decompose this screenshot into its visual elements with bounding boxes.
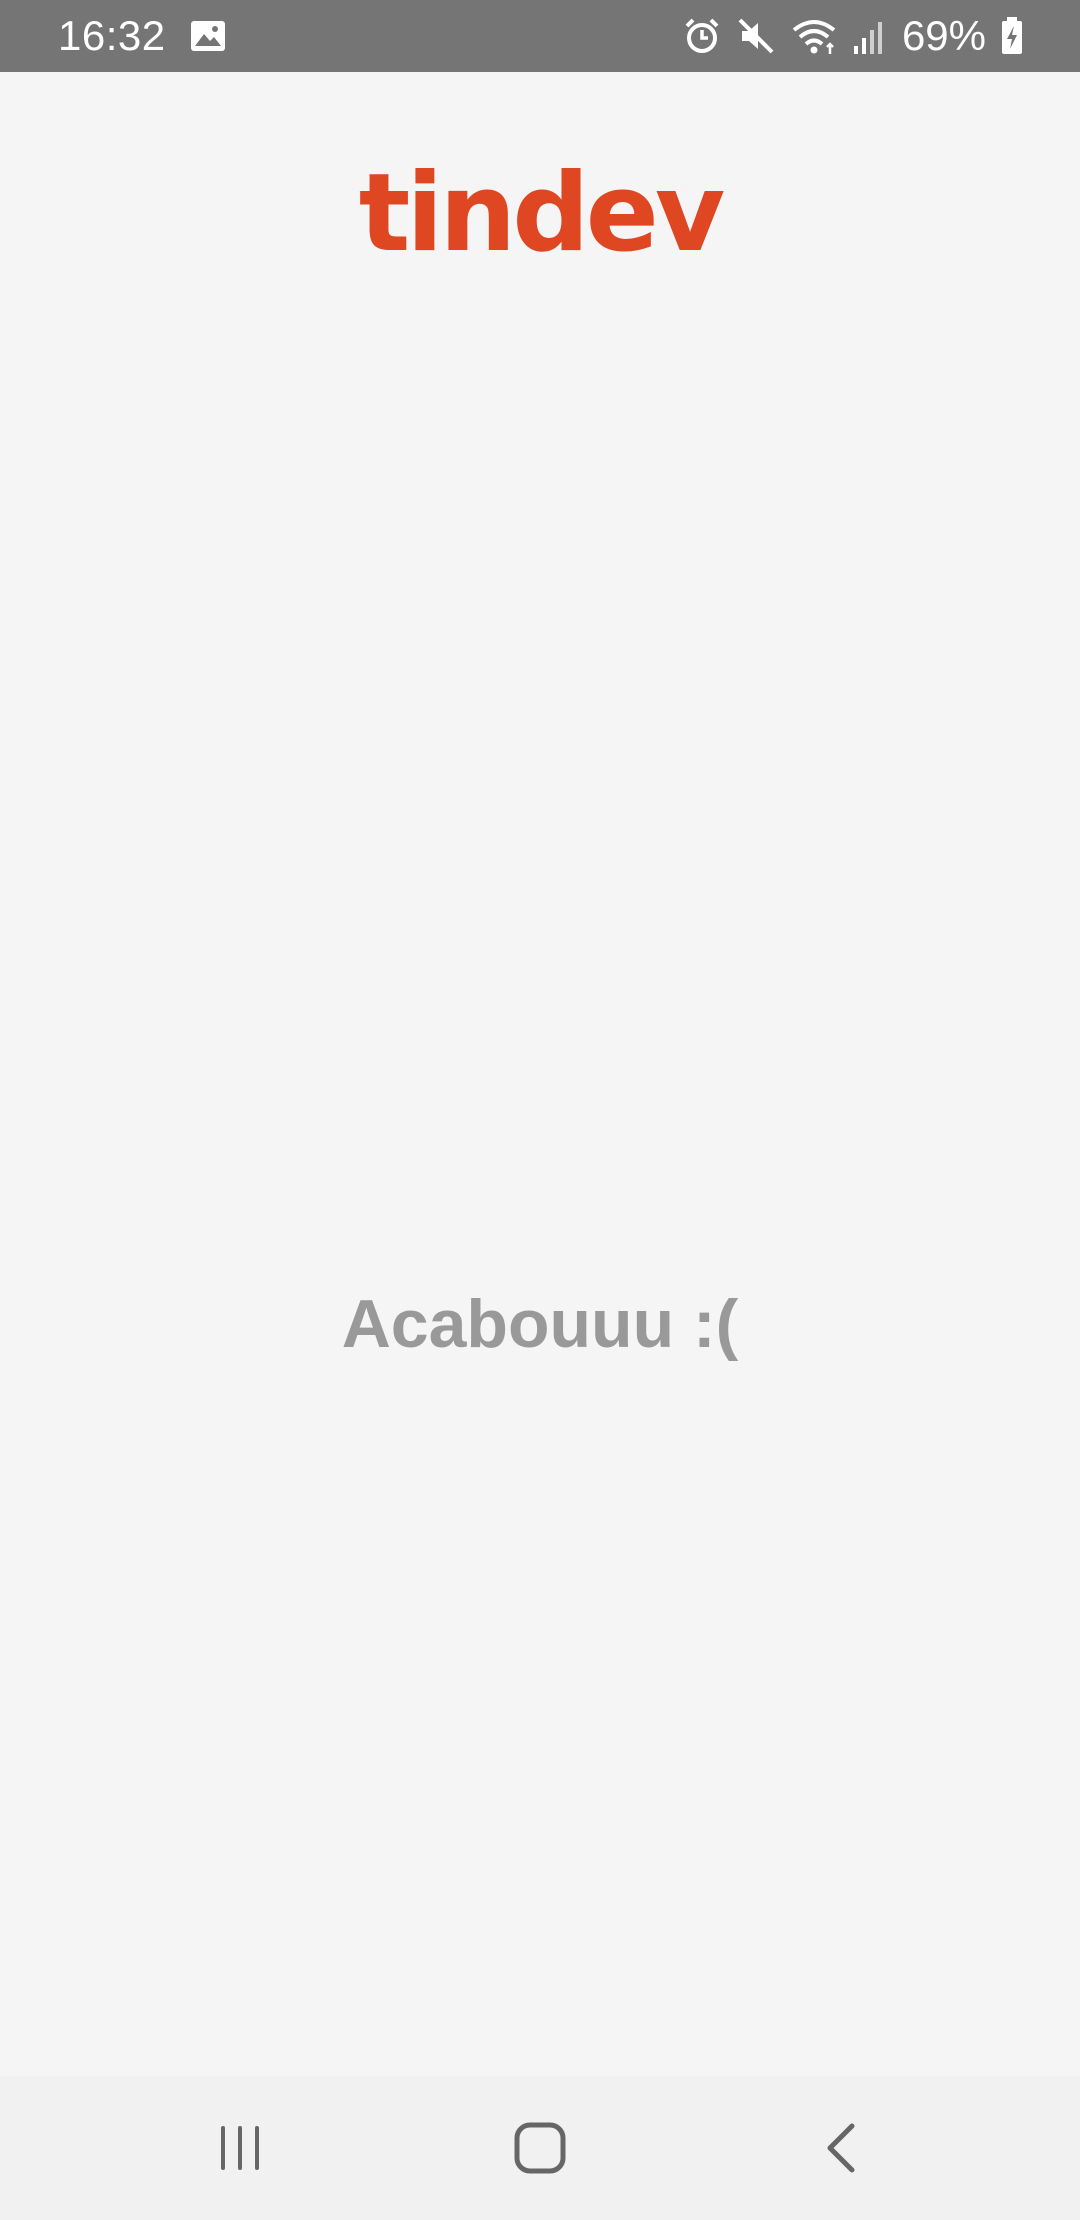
app-logo: tindev <box>0 160 1080 268</box>
wifi-icon <box>790 16 838 56</box>
home-button[interactable] <box>490 2098 590 2198</box>
image-icon <box>190 20 226 52</box>
status-right: 69% <box>682 12 1024 60</box>
logo-text: tindev <box>358 151 725 276</box>
recent-apps-icon <box>216 2124 264 2172</box>
empty-state-message: Acabouuu :( <box>341 1286 739 1362</box>
status-bar: 16:32 69% <box>0 0 1080 72</box>
home-icon <box>514 2122 566 2174</box>
signal-icon <box>852 16 888 56</box>
recent-apps-button[interactable] <box>190 2098 290 2198</box>
back-button[interactable] <box>790 2098 890 2198</box>
battery-charging-icon <box>1000 16 1024 56</box>
back-icon <box>822 2122 858 2174</box>
alarm-icon <box>682 16 722 56</box>
status-left: 16:32 <box>58 12 226 60</box>
status-time: 16:32 <box>58 12 166 59</box>
mute-icon <box>736 16 776 56</box>
navigation-bar <box>0 2076 1080 2220</box>
battery-percent: 69% <box>901 12 986 59</box>
